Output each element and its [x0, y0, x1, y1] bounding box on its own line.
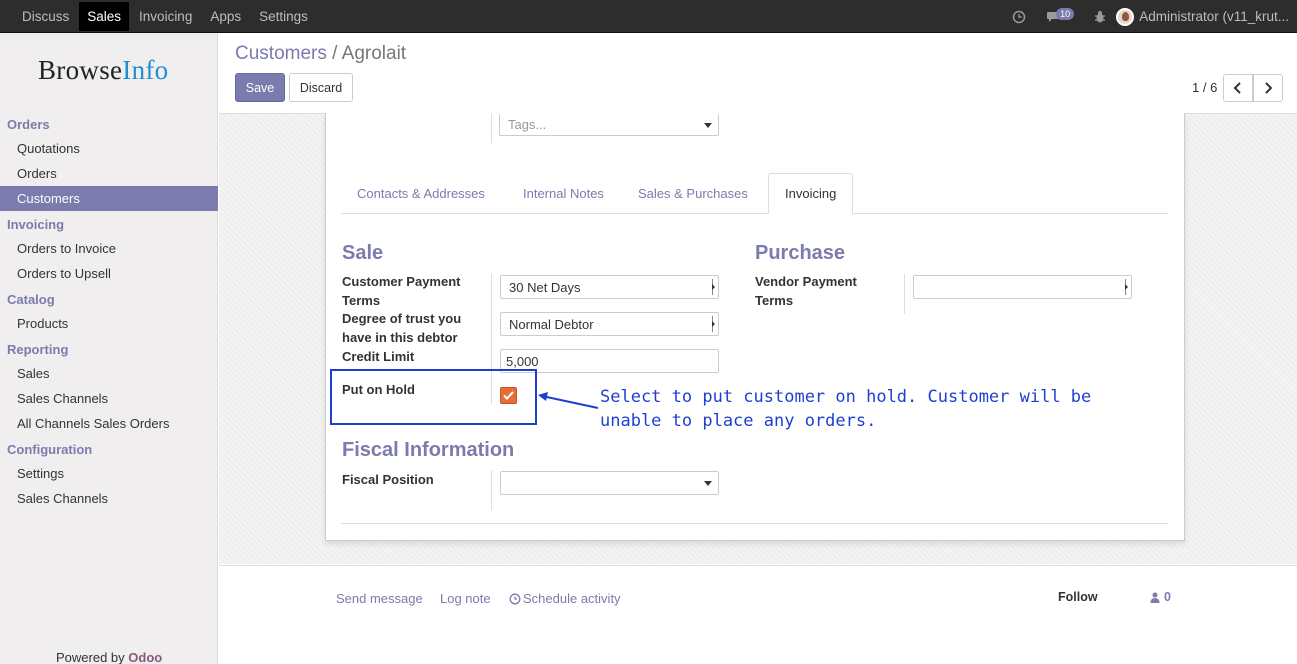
select-arrow-icon	[1125, 279, 1128, 295]
company-logo: BrowseInfo	[38, 55, 169, 85]
tab-contacts-addresses[interactable]: Contacts & Addresses	[341, 173, 501, 214]
customer-payment-terms-select[interactable]: 30 Net Days	[500, 275, 719, 299]
app-menu: Discuss Sales Invoicing Apps Settings	[14, 0, 318, 33]
breadcrumb: Customers / Agrolait	[235, 43, 407, 64]
pager-next-button[interactable]	[1253, 74, 1283, 102]
select-arrow-icon	[712, 279, 715, 295]
field-separator	[491, 470, 492, 510]
sidebar-menu: Orders Quotations Orders Customers Invoi…	[0, 111, 218, 511]
menu-item-orders[interactable]: Orders	[0, 161, 218, 186]
caret-down-icon	[704, 122, 712, 128]
discard-button[interactable]: Discard	[289, 73, 353, 102]
nav-settings[interactable]: Settings	[251, 2, 316, 31]
menu-section-catalog[interactable]: Catalog	[0, 287, 218, 311]
nav-invoicing[interactable]: Invoicing	[131, 2, 200, 31]
field-separator	[904, 274, 905, 314]
annotation-callout: Select to put customer on hold. Customer…	[600, 387, 1092, 431]
messages-count-badge: 10	[1056, 7, 1075, 20]
sidebar: BrowseInfo Orders Quotations Orders Cust…	[0, 33, 218, 664]
annotation-highlight-box	[330, 369, 537, 425]
log-note-button[interactable]: Log note	[440, 591, 491, 606]
customer-payment-terms-label: Customer Payment Terms	[342, 274, 461, 308]
menu-item-config-sales-channels[interactable]: Sales Channels	[0, 486, 218, 511]
trust-degree-label: Degree of trust you have in this debtor	[342, 311, 462, 345]
clock-icon[interactable]	[1012, 10, 1026, 24]
menu-item-settings[interactable]: Settings	[0, 461, 218, 486]
annotation-arrow-icon	[538, 392, 599, 409]
trust-degree-select[interactable]: Normal Debtor	[500, 312, 719, 336]
followers-button[interactable]: 0	[1150, 590, 1171, 604]
breadcrumb-customers[interactable]: Customers	[235, 43, 327, 64]
follow-button[interactable]: Follow	[1058, 590, 1098, 604]
user-icon	[1150, 592, 1160, 603]
vendor-payment-terms-label: Vendor Payment Terms	[755, 274, 857, 308]
select-arrow-icon	[712, 316, 715, 332]
menu-section-orders[interactable]: Orders	[0, 112, 218, 136]
menu-item-products[interactable]: Products	[0, 311, 218, 336]
breadcrumb-current: Agrolait	[341, 43, 407, 64]
user-avatar[interactable]	[1116, 7, 1135, 26]
bug-icon[interactable]	[1094, 10, 1106, 24]
chevron-right-icon	[1265, 82, 1273, 94]
clock-icon	[509, 593, 521, 604]
menu-section-reporting[interactable]: Reporting	[0, 337, 218, 361]
divider	[341, 523, 1168, 524]
tab-sales-purchases[interactable]: Sales & Purchases	[622, 173, 764, 214]
menu-item-all-channels-sales-orders[interactable]: All Channels Sales Orders	[0, 411, 218, 436]
fiscal-position-label: Fiscal Position	[342, 472, 434, 487]
menu-item-sales-channels[interactable]: Sales Channels	[0, 386, 218, 411]
save-button[interactable]: Save	[235, 73, 285, 102]
menu-item-customers[interactable]: Customers	[0, 186, 218, 211]
messages-icon[interactable]: 10	[1046, 7, 1075, 23]
systray: 10 Administrator (v11_krut...	[1002, 0, 1289, 33]
nav-sales[interactable]: Sales	[79, 2, 130, 31]
pager-value[interactable]: 1 / 6	[1192, 80, 1217, 95]
send-message-button[interactable]: Send message	[336, 591, 423, 606]
tags-input[interactable]: Tags...	[499, 114, 719, 136]
menu-item-sales[interactable]: Sales	[0, 361, 218, 386]
odoo-link[interactable]: Odoo	[128, 650, 162, 664]
chatter	[219, 565, 1297, 664]
powered-by: Powered by Odoo	[56, 650, 163, 664]
pager-previous-button[interactable]	[1223, 74, 1253, 102]
vendor-payment-terms-select[interactable]	[913, 275, 1132, 299]
user-menu[interactable]: Administrator (v11_krut...	[1139, 9, 1289, 24]
tab-internal-notes[interactable]: Internal Notes	[507, 173, 620, 214]
purchase-section-title: Purchase	[755, 242, 846, 264]
nav-apps[interactable]: Apps	[202, 2, 249, 31]
nav-discuss[interactable]: Discuss	[14, 2, 77, 31]
field-separator	[491, 114, 492, 143]
fiscal-position-select[interactable]	[500, 471, 719, 495]
tab-invoicing[interactable]: Invoicing	[768, 173, 854, 214]
sale-section-title: Sale	[342, 242, 384, 264]
menu-item-orders-to-upsell[interactable]: Orders to Upsell	[0, 261, 218, 286]
fiscal-information-title: Fiscal Information	[342, 439, 515, 461]
menu-item-orders-to-invoice[interactable]: Orders to Invoice	[0, 236, 218, 261]
notebook-tabs: Contacts & Addresses Internal Notes Sale…	[341, 173, 1168, 214]
schedule-activity-button[interactable]: Schedule activity	[509, 591, 621, 606]
menu-section-configuration[interactable]: Configuration	[0, 437, 218, 461]
caret-down-icon	[704, 481, 712, 486]
chevron-left-icon	[1233, 82, 1241, 94]
menu-section-invoicing[interactable]: Invoicing	[0, 212, 218, 236]
top-navbar: Discuss Sales Invoicing Apps Settings 10…	[0, 0, 1297, 33]
credit-limit-label: Credit Limit	[342, 349, 415, 364]
menu-item-quotations[interactable]: Quotations	[0, 136, 218, 161]
